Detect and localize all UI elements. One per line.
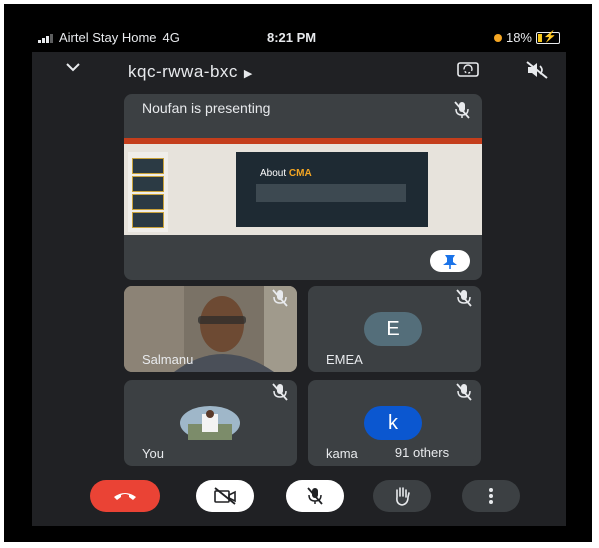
carrier-info: Airtel Stay Home 4G (38, 30, 180, 45)
caret-right-icon: ▶ (243, 68, 253, 80)
meeting-code-text: kqc-rwwa-bxc (128, 62, 238, 81)
recording-dot-icon (493, 33, 502, 42)
presentation-tile[interactable]: Noufan is presenting About CMA (124, 94, 482, 280)
mic-off-icon (454, 382, 474, 402)
meet-app: kqc-rwwa-bxc ▶ Noufan is presenting Abou… (32, 52, 566, 526)
slide-thumbnails (128, 152, 168, 232)
participant-name: You (142, 446, 164, 461)
mic-off-icon (307, 487, 323, 505)
raise-hand-icon (396, 487, 410, 506)
meeting-topbar: kqc-rwwa-bxc ▶ (32, 52, 566, 92)
participant-tile-you[interactable]: You (124, 380, 297, 466)
battery-indicator: 18% ⚡ (493, 30, 560, 45)
slide-heading: About CMA (260, 168, 312, 179)
battery-charging-icon: ⚡ (536, 31, 560, 44)
pin-button[interactable] (430, 250, 470, 272)
avatar (180, 406, 240, 440)
avatar: k (364, 406, 422, 440)
network-type: 4G (162, 30, 180, 45)
phone-screen: Airtel Stay Home 4G 8:21 PM 18% ⚡ kqc-rw… (4, 4, 592, 542)
avatar: E (364, 312, 422, 346)
participant-tile-kama[interactable]: k kama 91 others (308, 380, 481, 466)
carrier-name: Airtel Stay Home (59, 30, 157, 45)
end-call-icon (114, 493, 136, 500)
presenter-label: Noufan is presenting (142, 100, 271, 116)
more-vert-icon (489, 488, 493, 504)
participant-tile-salmanu[interactable]: Salmanu (124, 286, 297, 372)
signal-icon (38, 33, 53, 43)
camera-switch-icon[interactable] (456, 60, 480, 78)
participant-tile-emea[interactable]: E EMEA (308, 286, 481, 372)
mic-off-icon (454, 288, 474, 308)
mic-toggle-button[interactable] (286, 480, 344, 512)
mic-off-icon (452, 100, 472, 120)
pin-icon (443, 255, 457, 269)
chevron-down-icon[interactable] (64, 58, 82, 82)
more-options-button[interactable] (462, 480, 520, 512)
current-slide: About CMA (236, 152, 428, 227)
others-count-badge[interactable]: 91 others (368, 442, 476, 464)
participant-name: kama (326, 446, 358, 461)
powerpoint-ribbon (124, 138, 482, 144)
meeting-code[interactable]: kqc-rwwa-bxc ▶ (128, 62, 253, 82)
speaker-off-icon[interactable] (525, 60, 549, 80)
camera-toggle-button[interactable] (196, 480, 254, 512)
participant-name: EMEA (326, 352, 363, 367)
battery-percent: 18% (505, 30, 532, 45)
raise-hand-button[interactable] (373, 480, 431, 512)
mic-off-icon (270, 288, 290, 308)
mic-off-icon (270, 382, 290, 402)
clock: 8:21 PM (267, 30, 317, 45)
end-call-button[interactable] (90, 480, 160, 512)
shared-screen: About CMA (124, 138, 482, 235)
participant-name: Salmanu (142, 352, 194, 367)
camera-off-icon (214, 487, 236, 505)
status-bar: Airtel Stay Home 4G 8:21 PM 18% ⚡ (4, 30, 592, 48)
